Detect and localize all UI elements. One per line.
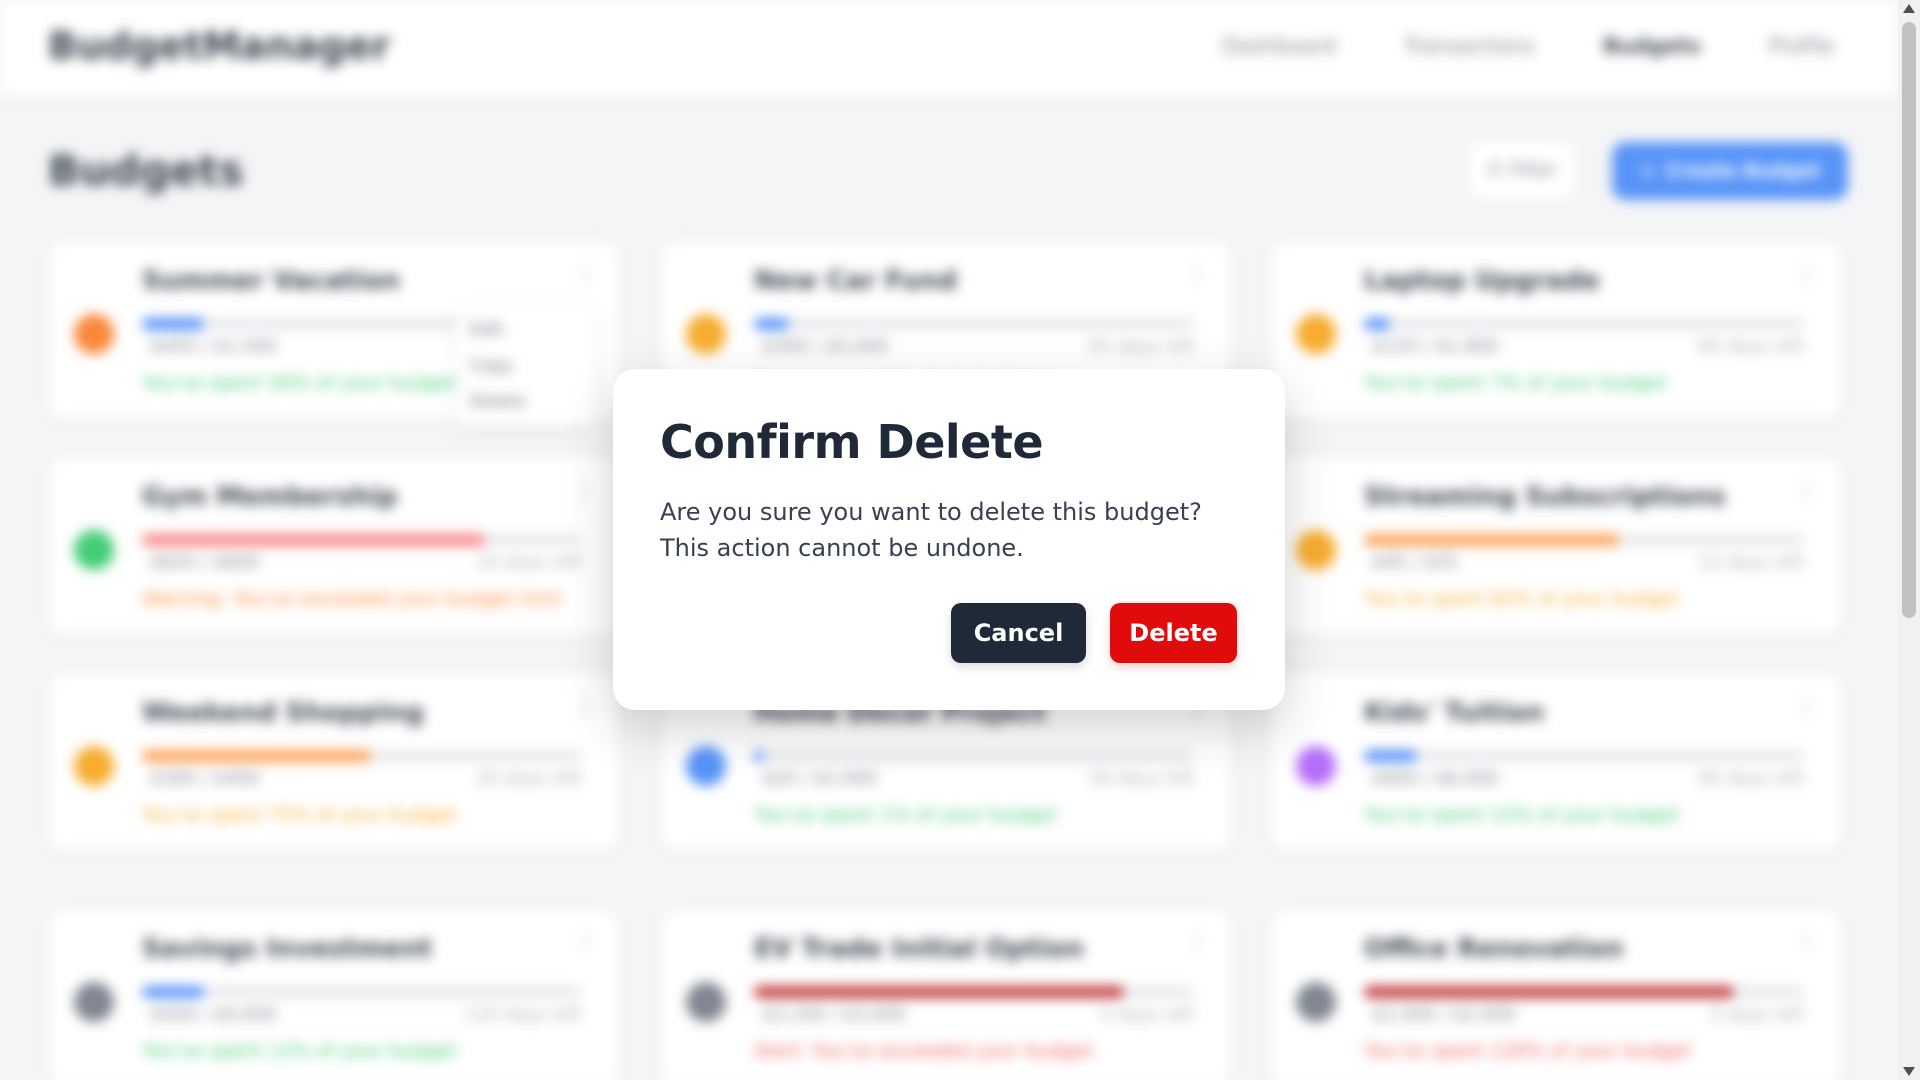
cancel-button[interactable]: Cancel — [951, 603, 1086, 663]
dialog-title: Confirm Delete — [660, 415, 1044, 469]
dialog-message-line-1: Are you sure you want to delete this bud… — [660, 498, 1202, 526]
confirm-delete-dialog: Confirm Delete Are you sure you want to … — [613, 369, 1285, 710]
scroll-down-arrow-icon[interactable] — [1903, 1067, 1915, 1076]
scroll-thumb[interactable] — [1902, 22, 1916, 618]
vertical-scrollbar[interactable] — [1898, 0, 1920, 1080]
delete-button[interactable]: Delete — [1110, 603, 1237, 663]
dialog-message: Are you sure you want to delete this bud… — [660, 494, 1250, 566]
dialog-message-line-2: This action cannot be undone. — [660, 534, 1024, 562]
scroll-up-arrow-icon[interactable] — [1903, 4, 1915, 13]
app-window: BudgetManager Dashboard Transactions Bud… — [0, 0, 1898, 1080]
